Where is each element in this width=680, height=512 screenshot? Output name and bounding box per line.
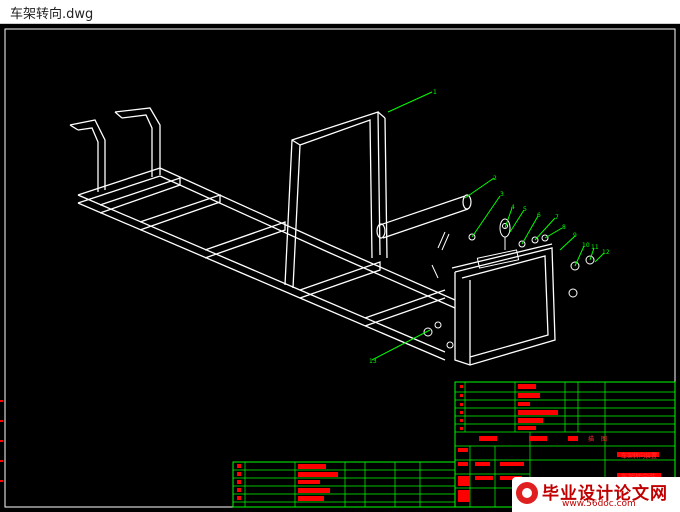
parts-list-table bbox=[232, 461, 456, 508]
balloon-8: 8 bbox=[562, 224, 566, 231]
window-title: 车架转向.dwg bbox=[10, 7, 94, 22]
balloon-5: 5 bbox=[523, 206, 527, 213]
steering-tube bbox=[376, 194, 472, 239]
watermark-logo-icon bbox=[516, 482, 538, 504]
title-block-label-b: 图 bbox=[601, 436, 607, 443]
left-edge-marks bbox=[0, 400, 3, 482]
balloon-3: 3 bbox=[500, 191, 504, 198]
balloon-10: 10 bbox=[582, 242, 590, 249]
balloon-11: 11 bbox=[591, 244, 599, 251]
drawing-border bbox=[4, 28, 676, 508]
balloon-1: 1 bbox=[433, 89, 437, 96]
balloon-4: 4 bbox=[511, 204, 515, 211]
watermark-url: www.56doc.com bbox=[562, 499, 636, 509]
balloon-7: 7 bbox=[555, 214, 559, 221]
title-block-label-c: 车架转向装置 bbox=[621, 452, 657, 460]
watermark-banner: 毕业设计论文网 www.56doc.com bbox=[512, 477, 680, 512]
title-block-label-a: 描 bbox=[588, 435, 594, 443]
balloon-2: 2 bbox=[493, 175, 497, 182]
frame-wireframe bbox=[69, 107, 556, 366]
balloon-13: 13 bbox=[369, 358, 377, 365]
window-titlebar: 车架转向.dwg bbox=[0, 0, 680, 24]
leader-lines bbox=[371, 91, 605, 361]
balloon-12: 12 bbox=[602, 249, 610, 256]
drawing-canvas[interactable]: 1 2 3 4 5 6 7 8 9 10 11 12 13 描 图 车架转向装置 bbox=[0, 24, 680, 512]
part-balloons: 1 2 3 4 5 6 7 8 9 10 11 12 13 bbox=[369, 89, 610, 365]
cad-drawing: 1 2 3 4 5 6 7 8 9 10 11 12 13 描 图 车架转向装置 bbox=[0, 28, 676, 508]
balloon-6: 6 bbox=[537, 212, 541, 219]
steering-parts bbox=[423, 218, 595, 349]
balloon-9: 9 bbox=[573, 232, 577, 239]
